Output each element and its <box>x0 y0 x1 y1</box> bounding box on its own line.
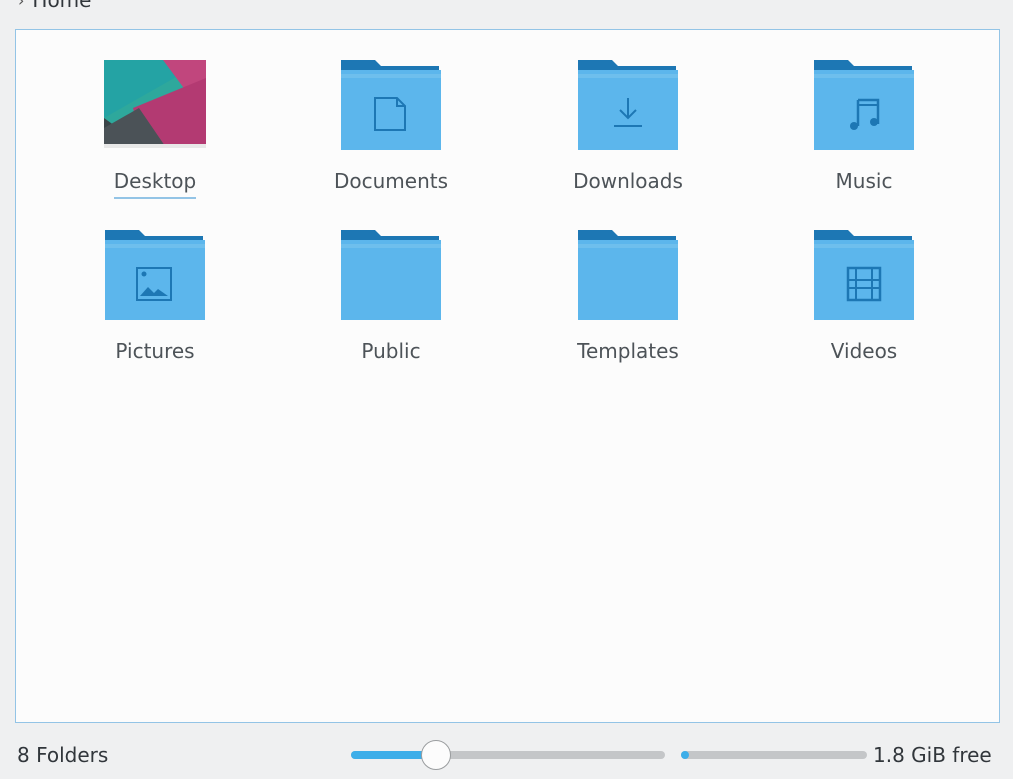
folder-grid: Desktop Documents Downloads Music Pictures Pu… <box>16 30 999 722</box>
folder-documents-icon <box>339 58 443 152</box>
folder-pictures-icon <box>103 228 207 322</box>
zoom-slider-handle[interactable] <box>421 740 451 770</box>
folder-label: Downloads <box>573 169 683 193</box>
folder-label: Videos <box>830 339 898 363</box>
folder-label: Public <box>361 339 421 363</box>
item-count-label: 8 Folders <box>17 743 109 767</box>
folder-item-downloads[interactable]: Downloads <box>538 58 718 197</box>
folder-label: Documents <box>333 169 449 193</box>
desktop-wallpaper-icon <box>103 58 207 152</box>
disk-space-fill <box>681 751 689 759</box>
folder-downloads-icon <box>576 58 680 152</box>
folder-item-public[interactable]: Public <box>301 228 481 367</box>
status-bar: 8 Folders 1.8 GiB free <box>0 730 1013 779</box>
folder-music-icon <box>812 58 916 152</box>
folder-item-templates[interactable]: Templates <box>538 228 718 367</box>
zoom-slider[interactable] <box>349 740 667 770</box>
folder-label: Desktop <box>113 169 197 199</box>
free-space-label: 1.8 GiB free <box>873 743 992 767</box>
breadcrumb: › Home <box>18 0 91 12</box>
folder-label: Music <box>835 169 893 193</box>
folder-item-videos[interactable]: Videos <box>774 228 954 367</box>
folder-item-pictures[interactable]: Pictures <box>65 228 245 367</box>
folder-item-desktop[interactable]: Desktop <box>65 58 245 199</box>
folder-icon <box>576 228 680 322</box>
folder-item-documents[interactable]: Documents <box>301 58 481 197</box>
folder-videos-icon <box>812 228 916 322</box>
folder-label: Pictures <box>115 339 195 363</box>
file-view[interactable]: Desktop Documents Downloads Music Pictures Pu… <box>15 29 1000 723</box>
folder-item-music[interactable]: Music <box>774 58 954 197</box>
disk-space-bar[interactable] <box>681 751 867 759</box>
chevron-right-icon: › <box>18 0 25 10</box>
breadcrumb-home[interactable]: Home <box>32 0 91 12</box>
folder-label: Templates <box>577 339 679 363</box>
folder-icon <box>339 228 443 322</box>
